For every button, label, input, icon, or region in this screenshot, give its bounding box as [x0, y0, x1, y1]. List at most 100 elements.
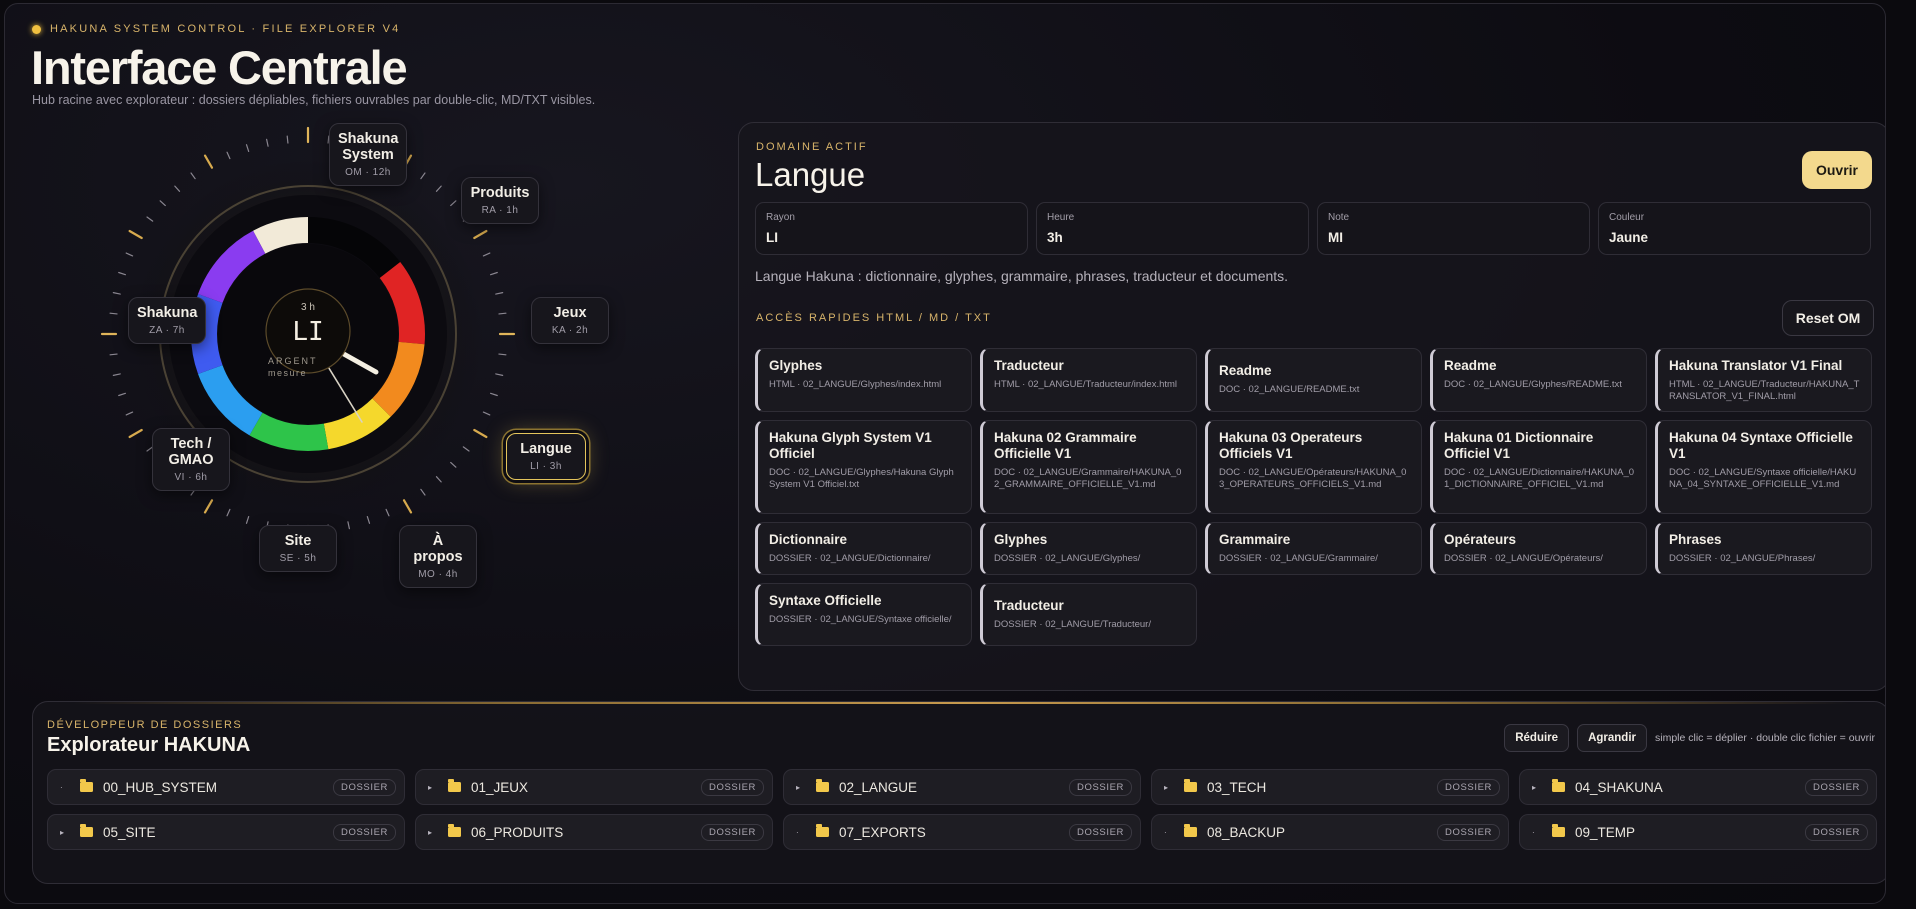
dial-node-tech-gmao[interactable]: Tech / GMAO VI · 6h — [152, 428, 230, 491]
quick-card[interactable]: Hakuna Translator V1 Final HTML · 02_LANG… — [1655, 348, 1872, 412]
folder-name: 08_BACKUP — [1207, 824, 1286, 840]
dial-tick — [109, 353, 118, 356]
expand-arrow-icon[interactable]: · — [60, 783, 72, 792]
folder-row[interactable]: · 08_BACKUP DOSSIER — [1151, 814, 1509, 850]
dial-tick — [435, 185, 442, 192]
dial-node-produits[interactable]: Produits RA · 1h — [461, 177, 539, 224]
expand-arrow-icon[interactable]: · — [796, 828, 808, 837]
reset-om-button[interactable]: Reset OM — [1782, 300, 1874, 336]
folder-row[interactable]: · 09_TEMP DOSSIER — [1519, 814, 1877, 850]
quick-card[interactable]: Hakuna 04 Syntaxe Officielle V1 DOC · 02_… — [1655, 420, 1872, 514]
dial-tick — [203, 154, 214, 169]
quick-card[interactable]: Readme DOC · 02_LANGUE/README.txt — [1205, 348, 1422, 412]
dial-ring-segment — [249, 412, 329, 451]
folder-icon — [1552, 779, 1565, 792]
quick-card[interactable]: Glyphes HTML · 02_LANGUE/Glyphes/index.ht… — [755, 348, 972, 412]
expand-arrow-icon[interactable]: · — [1532, 828, 1544, 837]
expand-arrow-icon[interactable]: ▸ — [796, 783, 808, 792]
quick-card[interactable]: Hakuna Glyph System V1 Officiel DOC · 02_… — [755, 420, 972, 514]
page-title: Interface Centrale — [31, 41, 408, 94]
card-name: Hakuna Translator V1 Final — [1669, 358, 1843, 373]
quick-card[interactable]: Traducteur DOSSIER · 02_LANGUE/Traducteur… — [980, 583, 1197, 646]
explorer-eyebrow: DÉVELOPPEUR DE DOSSIERS — [47, 719, 243, 731]
folder-name: 01_JEUX — [471, 779, 529, 795]
folder-row[interactable]: ▸ 02_LANGUE DOSSIER — [783, 769, 1141, 805]
dial-node-name: Shakuna — [137, 305, 198, 321]
card-path: DOSSIER · 02_LANGUE/Opérateurs/ — [1444, 553, 1603, 564]
quick-card[interactable]: Syntaxe Officielle DOSSIER · 02_LANGUE/Sy… — [755, 583, 972, 646]
dial-tick — [112, 292, 121, 295]
quick-card[interactable]: Phrases DOSSIER · 02_LANGUE/Phrases/ — [1655, 522, 1872, 575]
folder-type-badge: DOSSIER — [333, 778, 396, 796]
field-value: LI — [766, 230, 778, 245]
field-label: Rayon — [766, 212, 795, 223]
dial-tick — [226, 508, 231, 517]
page-subtitle: Hub racine avec explorateur : dossiers d… — [32, 93, 596, 107]
folder-type-badge: DOSSIER — [1805, 778, 1868, 796]
expand-arrow-icon[interactable]: ▸ — [428, 828, 440, 837]
dial-tick — [366, 516, 371, 524]
dial-node-site[interactable]: Site SE · 5h — [259, 525, 337, 572]
dial-node-shakuna[interactable]: Shakuna ZA · 7h — [128, 297, 206, 344]
card-path: DOC · 02_LANGUE/Glyphes/Hakuna Glyph Sys… — [769, 467, 954, 490]
dial-tick — [190, 172, 196, 180]
card-path: DOC · 02_LANGUE/Dictionnaire/HAKUNA_01_D… — [1444, 467, 1635, 490]
dial-node-langue[interactable]: Langue LI · 3h — [506, 433, 586, 480]
dial-tick — [435, 476, 442, 483]
domain-description: Langue Hakuna : dictionnaire, glyphes, g… — [755, 268, 1289, 284]
folder-name: 07_EXPORTS — [839, 824, 926, 840]
reduce-button[interactable]: Réduire — [1504, 724, 1570, 752]
dial-center-hour: 3 h — [301, 302, 315, 313]
dial-node-name: Langue — [520, 441, 572, 457]
card-name: Traducteur — [994, 358, 1064, 373]
dial-graphic: 3 h LI ARGENT mesure — [100, 126, 516, 542]
quick-card[interactable]: Opérateurs DOSSIER · 02_LANGUE/Opérateurs… — [1430, 522, 1647, 575]
expand-button[interactable]: Agrandir — [1577, 724, 1647, 752]
quick-card[interactable]: Dictionnaire DOSSIER · 02_LANGUE/Dictionn… — [755, 522, 972, 575]
folder-row[interactable]: ▸ 04_SHAKUNA DOSSIER — [1519, 769, 1877, 805]
folder-name: 03_TECH — [1207, 779, 1267, 795]
quick-card[interactable]: Hakuna 03 Operateurs Officiels V1 DOC · 0… — [1205, 420, 1422, 514]
folder-type-badge: DOSSIER — [701, 823, 764, 841]
folder-row[interactable]: ▸ 06_PRODUITS DOSSIER — [415, 814, 773, 850]
dial-node-name: À propos — [413, 533, 463, 565]
quick-card[interactable]: Traducteur HTML · 02_LANGUE/Traducteur/in… — [980, 348, 1197, 412]
expand-arrow-icon[interactable]: ▸ — [428, 783, 440, 792]
dial-node-sub: ZA · 7h — [149, 325, 185, 336]
folder-icon — [816, 779, 829, 792]
folder-row[interactable]: · 00_HUB_SYSTEM DOSSIER — [47, 769, 405, 805]
domain-eyebrow: DOMAINE ACTIF — [756, 141, 868, 153]
explorer-title: Explorateur HAKUNA — [47, 734, 251, 756]
dial-node-name: Produits — [470, 185, 530, 201]
open-button[interactable]: Ouvrir — [1802, 151, 1872, 189]
card-name: Hakuna Glyph System V1 Officiel — [769, 430, 932, 461]
dial-node-shakuna-system[interactable]: Shakuna System OM · 12h — [329, 123, 407, 186]
expand-arrow-icon[interactable]: · — [1164, 828, 1176, 837]
folder-name: 00_HUB_SYSTEM — [103, 779, 218, 795]
expand-arrow-icon[interactable]: ▸ — [60, 828, 72, 837]
folder-row[interactable]: · 07_EXPORTS DOSSIER — [783, 814, 1141, 850]
dial-tick — [420, 172, 426, 180]
dial-node-a-propos[interactable]: À propos MO · 4h — [399, 525, 477, 588]
dial-tick — [420, 488, 426, 496]
dial-tick — [498, 312, 507, 315]
folder-row[interactable]: ▸ 01_JEUX DOSSIER — [415, 769, 773, 805]
quick-card[interactable]: Hakuna 02 Grammaire Officielle V1 DOC · 0… — [980, 420, 1197, 514]
folder-type-badge: DOSSIER — [1805, 823, 1868, 841]
quick-card[interactable]: Hakuna 01 Dictionnaire Officiel V1 DOC · … — [1430, 420, 1647, 514]
expand-arrow-icon[interactable]: ▸ — [1164, 783, 1176, 792]
app-eyebrow-text: HAKUNA SYSTEM CONTROL · FILE EXPLORER V4 — [50, 23, 401, 35]
card-path: DOC · 02_LANGUE/Opérateurs/HAKUNA_03_OPE… — [1219, 467, 1407, 490]
expand-arrow-icon[interactable]: ▸ — [1532, 783, 1544, 792]
quick-card[interactable]: Glyphes DOSSIER · 02_LANGUE/Glyphes/ — [980, 522, 1197, 575]
folder-row[interactable]: ▸ 05_SITE DOSSIER — [47, 814, 405, 850]
card-name: Hakuna 01 Dictionnaire Officiel V1 — [1444, 430, 1594, 461]
quick-card[interactable]: Readme DOC · 02_LANGUE/Glyphes/README.txt — [1430, 348, 1647, 412]
folder-icon — [448, 824, 461, 837]
dial-tick — [402, 499, 413, 514]
folder-row[interactable]: ▸ 03_TECH DOSSIER — [1151, 769, 1509, 805]
quick-card[interactable]: Grammaire DOSSIER · 02_LANGUE/Grammaire/ — [1205, 522, 1422, 575]
dial-center-sub: mesure — [268, 368, 307, 378]
quick-access-grid: Glyphes HTML · 02_LANGUE/Glyphes/index.ht… — [755, 348, 1875, 646]
dial-node-jeux[interactable]: Jeux KA · 2h — [531, 297, 609, 344]
